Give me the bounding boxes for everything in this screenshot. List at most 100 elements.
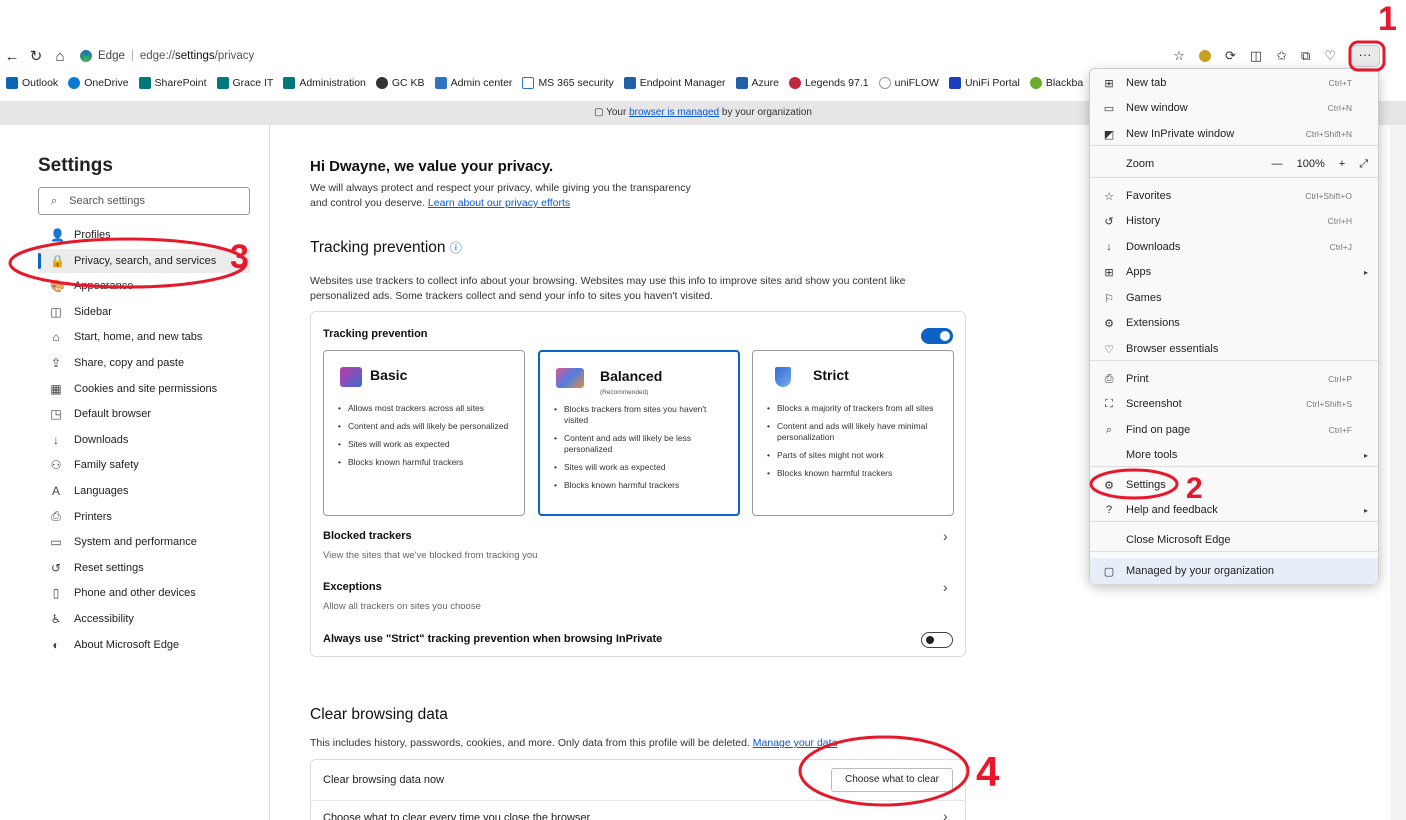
menu-item-managed-by-your-organization[interactable]: ▢ Managed by your organization	[1090, 558, 1378, 584]
sidebar-item-default-browser[interactable]: ◳ Default browser	[38, 402, 250, 426]
zoom-level: 100%	[1296, 158, 1325, 170]
essentials-icon[interactable]: ♡	[1324, 48, 1336, 64]
fav-item[interactable]: GC KB	[375, 77, 425, 89]
page-scrollbar[interactable]	[1390, 125, 1406, 820]
menu-item-find-on-page[interactable]: ⌕ Find on page Ctrl+F	[1090, 418, 1378, 442]
exceptions-label[interactable]: Exceptions	[323, 581, 382, 593]
menu-item-settings[interactable]: ⚙ Settings	[1090, 473, 1378, 497]
sidebar-item-system-and-performance[interactable]: ▭ System and performance	[38, 530, 250, 554]
back-icon[interactable]: ←	[0, 45, 24, 67]
strict-inprivate-label: Always use "Strict" tracking prevention …	[323, 633, 663, 645]
menu-item-new-tab[interactable]: ⊞ New tab Ctrl+T	[1090, 71, 1378, 95]
fav-item[interactable]: Azure	[735, 77, 779, 89]
menu-item-downloads[interactable]: ↓ Downloads Ctrl+J	[1090, 235, 1378, 259]
menu-item-zoom[interactable]: Zoom — 100% + ⤢	[1090, 152, 1378, 176]
sidebar-icon: ↺	[50, 560, 62, 575]
fav-item[interactable]: Endpoint Manager	[623, 77, 726, 89]
fav-item[interactable]: SharePoint	[138, 77, 207, 89]
fav-item[interactable]: Grace IT	[216, 77, 273, 89]
sidebar-item-sidebar[interactable]: ◫ Sidebar	[38, 300, 250, 324]
chevron-right-icon[interactable]: ›	[943, 528, 948, 544]
more-menu-button[interactable]: ···	[1350, 45, 1380, 67]
menu-item-print[interactable]: ⎙ Print Ctrl+P	[1090, 367, 1378, 391]
menu-item-close-microsoft-edge[interactable]: Close Microsoft Edge	[1090, 528, 1378, 552]
manage-data-link[interactable]: Manage your data	[753, 737, 838, 749]
chevron-right-icon[interactable]: ›	[943, 579, 948, 595]
fav-item[interactable]: OneDrive	[68, 77, 129, 89]
sidebar-item-privacy-search-and-services[interactable]: 🔒 Privacy, search, and services	[38, 248, 250, 273]
sidebar-item-reset-settings[interactable]: ↺ Reset settings	[38, 556, 250, 580]
strict-inprivate-toggle[interactable]	[921, 632, 953, 648]
browser-managed-link[interactable]: browser is managed	[629, 107, 719, 118]
mode-strict[interactable]: Strict Blocks a majority of trackers fro…	[752, 350, 954, 516]
edge-settings-menu: ⊞ New tab Ctrl+T ▭ New window Ctrl+N ◩ New InPr…	[1089, 68, 1379, 584]
refresh-icon[interactable]: ↻	[24, 45, 48, 67]
extensions-icon[interactable]: ⟳	[1225, 48, 1236, 64]
clear-every-close-label[interactable]: Choose what to clear every time you clos…	[323, 812, 590, 820]
menu-item-screenshot[interactable]: ⛶ Screenshot Ctrl+Shift+S	[1090, 392, 1378, 416]
sidebar-icon: ▭	[50, 535, 62, 550]
fullscreen-icon[interactable]: ⤢	[1359, 158, 1368, 171]
menu-item-browser-essentials[interactable]: ♡ Browser essentials	[1090, 337, 1378, 361]
sidebar-item-downloads[interactable]: ↓ Downloads	[38, 428, 250, 452]
menu-item-label: Find on page	[1126, 424, 1191, 436]
choose-what-to-clear-button[interactable]: Choose what to clear	[831, 768, 953, 792]
blocked-trackers-label[interactable]: Blocked trackers	[323, 530, 412, 542]
home-icon[interactable]: ⌂	[48, 45, 72, 67]
menu-item-more-tools[interactable]: More tools ▸	[1090, 443, 1378, 467]
menu-item-new-inprivate-window[interactable]: ◩ New InPrivate window Ctrl+Shift+N	[1090, 122, 1378, 146]
zoom-controls: — 100% + ⤢	[1272, 158, 1368, 171]
menu-item-favorites[interactable]: ☆ Favorites Ctrl+Shift+O	[1090, 184, 1378, 208]
sidebar-item-share-copy-and-paste[interactable]: ⇪ Share, copy and paste	[38, 351, 250, 375]
help-icon[interactable]: ⓘ	[450, 241, 462, 255]
url-field[interactable]: Edge | edge://settings/privacy	[80, 50, 254, 62]
fav-item[interactable]: Admin center	[434, 77, 512, 89]
sidebar-item-phone-and-other-devices[interactable]: ▯ Phone and other devices	[38, 581, 250, 605]
sidebar-item-appearance[interactable]: 🎨 Appearance	[38, 274, 250, 298]
fav-item[interactable]: Blackba	[1029, 77, 1083, 89]
fav-item[interactable]: UniFi Portal	[948, 77, 1020, 89]
basic-icon	[340, 367, 362, 387]
collections-icon[interactable]: ⧉	[1301, 48, 1310, 64]
sidebar-item-label: Privacy, search, and services	[74, 254, 217, 267]
submenu-arrow-icon: ▸	[1363, 505, 1368, 515]
fav-item[interactable]: MS 365 security	[522, 77, 614, 89]
sidebar-item-languages[interactable]: A Languages	[38, 479, 250, 503]
tracking-prevention-heading: Tracking prevention ⓘ	[310, 239, 462, 256]
sidebar-item-profiles[interactable]: 👤 Profiles	[38, 223, 250, 247]
fav-item[interactable]: Administration	[283, 77, 366, 89]
fav-item[interactable]: Outlook	[6, 77, 58, 89]
menu-item-history[interactable]: ↺ History Ctrl+H	[1090, 209, 1378, 233]
sidebar-icon: ⚇	[50, 458, 62, 473]
menu-icon: ⌕	[1105, 423, 1113, 436]
menu-icon: ⛶	[1105, 397, 1113, 410]
mode-balanced[interactable]: Balanced (Recommended) Blocks trackers f…	[538, 350, 740, 516]
sidebar-item-start-home-and-new-tabs[interactable]: ⌂ Start, home, and new tabs	[38, 325, 250, 349]
tracking-prevention-toggle[interactable]	[921, 328, 953, 344]
menu-item-new-window[interactable]: ▭ New window Ctrl+N	[1090, 96, 1378, 120]
menu-item-help-and-feedback[interactable]: ? Help and feedback ▸	[1090, 498, 1378, 522]
favorite-star-icon[interactable]: ☆	[1173, 48, 1185, 64]
menu-item-extensions[interactable]: ⚙ Extensions	[1090, 311, 1378, 335]
favorites-icon[interactable]: ✩	[1276, 48, 1287, 64]
menu-item-apps[interactable]: ⊞ Apps ▸	[1090, 260, 1378, 284]
search-settings-input[interactable]: ⌕ Search settings	[38, 187, 250, 215]
sidebar-item-family-safety[interactable]: ⚇ Family safety	[38, 453, 250, 477]
split-screen-icon[interactable]: ◫	[1250, 48, 1262, 64]
sidebar-item-printers[interactable]: ⎙ Printers	[38, 505, 250, 529]
intro-text: We will always protect and respect your …	[310, 182, 691, 209]
menu-item-games[interactable]: ⚐ Games	[1090, 286, 1378, 310]
menu-item-label: Browser essentials	[1126, 343, 1219, 355]
profile-icon[interactable]	[1198, 50, 1211, 62]
sidebar-icon: 👤	[50, 228, 65, 242]
privacy-efforts-link[interactable]: Learn about our privacy efforts	[428, 197, 570, 209]
sidebar-item-accessibility[interactable]: ♿ Accessibility	[38, 607, 250, 631]
zoom-in-button[interactable]: +	[1339, 158, 1345, 170]
zoom-out-button[interactable]: —	[1272, 158, 1283, 170]
sidebar-item-cookies-and-site-permissions[interactable]: ▦ Cookies and site permissions	[38, 377, 250, 401]
sidebar-item-about-microsoft-edge[interactable]: ◐ About Microsoft Edge	[38, 633, 250, 657]
chevron-right-icon[interactable]: ›	[943, 808, 948, 820]
fav-item[interactable]: uniFLOW	[878, 77, 939, 89]
mode-basic[interactable]: Basic Allows most trackers across all si…	[323, 350, 525, 516]
fav-item[interactable]: Legends 97.1	[788, 77, 869, 89]
